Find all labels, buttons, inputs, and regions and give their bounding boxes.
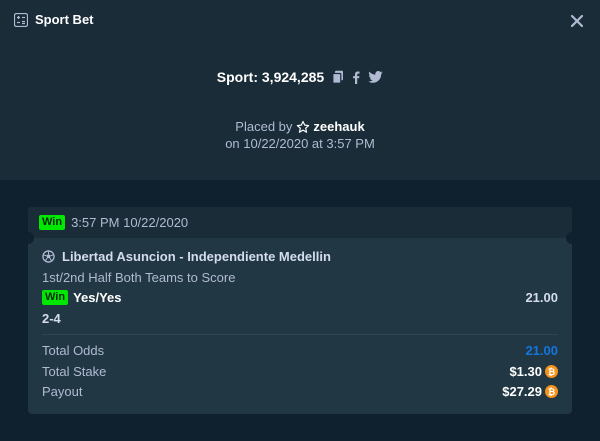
modal-header: Sport Bet	[14, 12, 94, 27]
bet-timestamp: 3:57 PM 10/22/2020	[71, 215, 189, 230]
selection-status-badge: Win	[42, 290, 69, 305]
selection-row: Win Yes/Yes 21.00	[42, 290, 558, 305]
bet-slip-icon	[14, 12, 28, 27]
placed-date: on 10/22/2020 at 3:57 PM	[225, 136, 375, 151]
ticket-notch-right	[566, 232, 578, 244]
twitter-icon[interactable]	[368, 71, 383, 83]
total-odds-label: Total Odds	[42, 343, 105, 358]
total-stake-value: $1.30	[509, 364, 542, 379]
placed-info: Placed by zeehauk on 10/22/2020 at 3:57 …	[0, 118, 600, 152]
divider	[42, 334, 558, 335]
bet-card-header: Win 3:57 PM 10/22/2020	[22, 207, 578, 244]
payout-row: Payout $27.29 ₿	[42, 384, 558, 399]
username: zeehauk	[313, 119, 365, 134]
modal-title: Sport Bet	[35, 12, 94, 27]
close-button[interactable]	[570, 14, 584, 28]
bet-info-panel	[0, 0, 600, 180]
close-icon	[570, 14, 584, 28]
selection-odds: 21.00	[525, 290, 558, 305]
bet-id-row: Sport: 3,924,285	[0, 69, 600, 85]
bitcoin-icon: ₿	[545, 385, 558, 398]
facebook-icon[interactable]	[352, 71, 360, 84]
bet-id: Sport: 3,924,285	[216, 69, 325, 85]
total-odds-value: 21.00	[525, 343, 558, 358]
star-outline-icon	[297, 120, 310, 133]
username-link[interactable]: zeehauk	[296, 118, 365, 135]
match-row[interactable]: Libertad Asuncion - Independiente Medell…	[42, 249, 331, 264]
total-stake-row: Total Stake $1.30 ₿	[42, 364, 558, 379]
total-odds-row: Total Odds 21.00	[42, 343, 558, 358]
soccer-ball-icon	[42, 250, 55, 263]
payout-value: $27.29	[502, 384, 542, 399]
status-badge: Win	[39, 215, 66, 230]
bet-card: Win 3:57 PM 10/22/2020 Libertad Asuncion…	[22, 207, 578, 414]
copy-icon[interactable]	[332, 70, 344, 84]
match-name: Libertad Asuncion - Independiente Medell…	[62, 249, 331, 264]
ticket-notch-left	[22, 232, 34, 244]
match-score: 2-4	[42, 311, 61, 326]
payout-label: Payout	[42, 384, 83, 399]
placed-by-label: Placed by	[235, 119, 293, 134]
bitcoin-icon: ₿	[545, 365, 558, 378]
market-name: 1st/2nd Half Both Teams to Score	[42, 270, 236, 285]
selection-name: Yes/Yes	[73, 290, 122, 305]
total-stake-label: Total Stake	[42, 364, 107, 379]
